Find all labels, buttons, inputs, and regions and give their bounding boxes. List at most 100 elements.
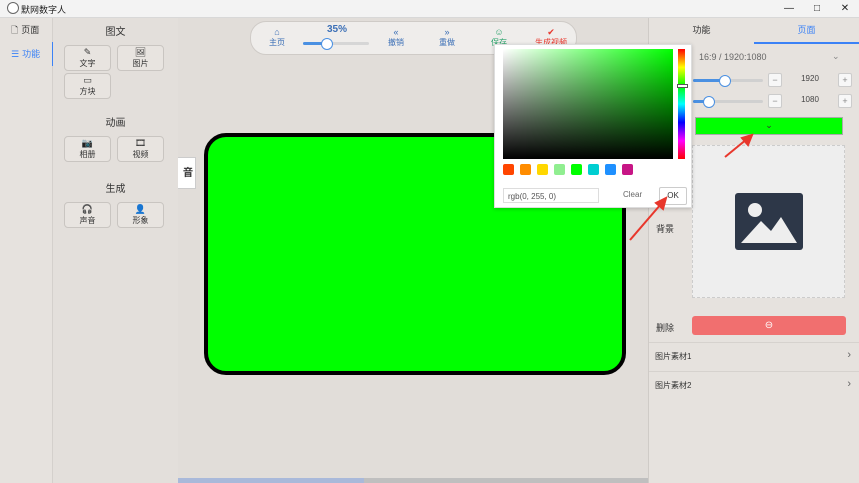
ok-button[interactable]: OK: [659, 187, 687, 205]
text-icon: ✎: [83, 47, 92, 57]
tool-label: 方块: [79, 87, 96, 96]
color-swatch[interactable]: [520, 164, 531, 175]
tab-function[interactable]: 功能: [649, 18, 754, 42]
section-title-graphics: 图文: [105, 27, 126, 38]
tool-label: 相册: [79, 150, 96, 159]
height-decrement-button[interactable]: −: [768, 94, 782, 108]
film-icon: 🎞: [134, 138, 147, 148]
save-icon: ☺: [494, 27, 504, 37]
redo-icon: »: [444, 27, 450, 37]
page-icon: 🗋: [11, 25, 19, 35]
section-title-generate: 生成: [105, 184, 126, 195]
undo-icon: «: [393, 27, 399, 37]
width-slider-row: − 1920 +: [693, 73, 853, 87]
camera-icon: 📷: [81, 138, 94, 148]
nav-item-function[interactable]: ☰ 功能: [0, 42, 54, 66]
check-icon: ✔: [547, 27, 555, 37]
toolbar-label: 重做: [439, 38, 455, 47]
color-swatch[interactable]: [571, 164, 582, 175]
color-swatch[interactable]: [554, 164, 565, 175]
headphones-icon: 🎧: [81, 204, 94, 214]
function-icon: ☰: [11, 49, 20, 59]
hue-slider[interactable]: [678, 49, 685, 159]
chevron-down-icon[interactable]: ⌄: [832, 51, 840, 62]
tool-label: 形象: [132, 216, 149, 225]
color-value-input[interactable]: rgb(0, 255, 0): [503, 188, 599, 203]
tool-label: 视频: [132, 150, 149, 159]
component-palette: 图文 ✎ 文字 🖼 图片 ▭ 方块 动画 📷 相册 🎞 视频 生成 🎧 声音 👤 形象: [53, 18, 178, 483]
background-image-upload[interactable]: [692, 145, 845, 298]
undo-button[interactable]: «撤销: [378, 27, 414, 48]
zoom-slider-knob[interactable]: [321, 38, 333, 50]
tool-label: 图片: [132, 59, 149, 68]
accordion-image-asset-1[interactable]: 图片素材1 ›: [649, 342, 859, 372]
saturation-value-panel[interactable]: [503, 49, 673, 159]
image-icon: 🖼: [134, 47, 147, 57]
width-decrement-button[interactable]: −: [768, 73, 782, 87]
width-increment-button[interactable]: +: [838, 73, 852, 87]
tool-label: 文字: [79, 59, 96, 68]
scrollbar-thumb[interactable]: [178, 478, 364, 483]
avatar-tool-button[interactable]: 👤 形象: [117, 202, 164, 228]
width-slider-knob[interactable]: [719, 75, 731, 87]
nav-item-label: 页面: [21, 25, 40, 35]
color-swatch[interactable]: [622, 164, 633, 175]
home-button[interactable]: ⌂ 主页: [259, 27, 295, 48]
accordion-label: 图片素材2: [655, 381, 692, 390]
tool-label: 声音: [79, 216, 96, 225]
chevron-down-icon: ⌄: [765, 120, 773, 130]
width-value[interactable]: 1920: [785, 74, 835, 83]
close-button[interactable]: ✕: [831, 0, 859, 17]
hue-slider-cursor[interactable]: [677, 84, 688, 88]
app-logo-icon: [7, 2, 19, 14]
section-title-animation: 动画: [105, 118, 126, 129]
height-increment-button[interactable]: +: [838, 94, 852, 108]
color-swatch[interactable]: [503, 164, 514, 175]
title-bar: 默网数字人 — □ ✕: [0, 0, 859, 18]
remove-icon: ⊖: [764, 320, 774, 331]
toolbar-label: 撤销: [388, 38, 404, 47]
chevron-right-icon: ›: [847, 349, 851, 361]
accordion-image-asset-2[interactable]: 图片素材2 ›: [649, 371, 859, 401]
text-tool-button[interactable]: ✎ 文字: [64, 45, 111, 71]
zoom-slider[interactable]: [303, 38, 369, 50]
aspect-ratio-select[interactable]: 16:9 / 1920:1080: [699, 52, 767, 62]
nav-item-label: 功能: [22, 49, 41, 59]
left-nav: 🗋 页面 ☰ 功能: [0, 18, 54, 483]
delete-button[interactable]: ⊖: [692, 316, 846, 335]
color-swatch[interactable]: [537, 164, 548, 175]
color-picker-popup: rgb(0, 255, 0) Clear OK: [494, 44, 692, 208]
height-value[interactable]: 1080: [785, 95, 835, 104]
audio-side-tab[interactable]: 音: [178, 157, 196, 189]
chevron-right-icon: ›: [847, 378, 851, 390]
zoom-label: 35%: [327, 24, 348, 35]
width-slider[interactable]: [693, 75, 763, 87]
minimize-button[interactable]: —: [775, 0, 803, 17]
person-icon: 👤: [134, 204, 147, 214]
maximize-button[interactable]: □: [803, 0, 831, 17]
toolbar-label: 主页: [269, 38, 285, 47]
height-slider-row: − 1080 +: [693, 94, 853, 108]
block-tool-button[interactable]: ▭ 方块: [64, 73, 111, 99]
nav-item-page[interactable]: 🗋 页面: [0, 18, 52, 42]
horizontal-scrollbar[interactable]: [178, 478, 648, 483]
image-placeholder-icon: [735, 193, 803, 250]
video-tool-button[interactable]: 🎞 视频: [117, 136, 164, 162]
home-icon: ⌂: [274, 27, 280, 37]
color-swatch[interactable]: [588, 164, 599, 175]
clear-button[interactable]: Clear: [623, 190, 642, 199]
background-color-button[interactable]: ⌄: [695, 117, 843, 135]
block-icon: ▭: [83, 75, 92, 85]
accordion-label: 图片素材1: [655, 352, 692, 361]
redo-button[interactable]: » 重做: [429, 27, 465, 48]
album-tool-button[interactable]: 📷 相册: [64, 136, 111, 162]
image-tool-button[interactable]: 🖼 图片: [117, 45, 164, 71]
voice-tool-button[interactable]: 🎧 声音: [64, 202, 111, 228]
height-slider-knob[interactable]: [703, 96, 715, 108]
window-title: 默网数字人: [21, 5, 67, 15]
background-label: 背景: [656, 224, 675, 234]
color-swatch[interactable]: [605, 164, 616, 175]
tab-page[interactable]: 页面: [754, 18, 859, 44]
delete-label: 删除: [656, 323, 675, 333]
height-slider[interactable]: [693, 96, 763, 108]
